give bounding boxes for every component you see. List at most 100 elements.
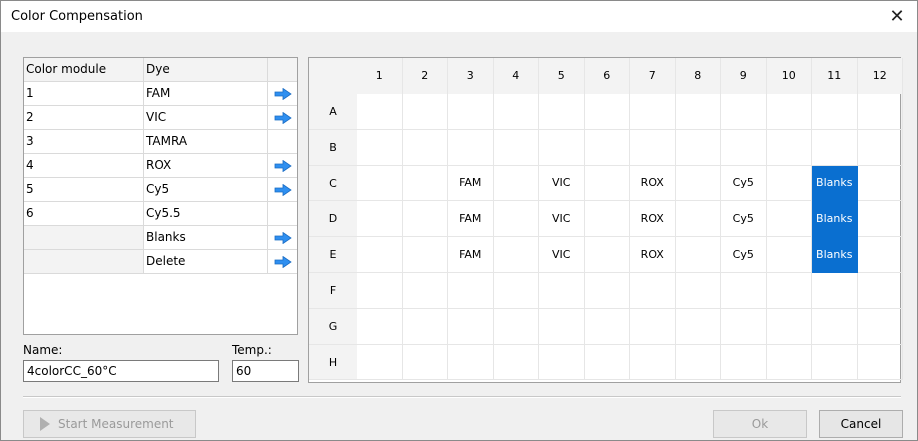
- plate-well[interactable]: [584, 129, 630, 166]
- plate-well[interactable]: [402, 201, 448, 238]
- plate-well[interactable]: [584, 94, 630, 130]
- plate-well[interactable]: [357, 94, 403, 130]
- plate-well[interactable]: [584, 308, 630, 345]
- plate-well[interactable]: [812, 308, 858, 345]
- plate-well[interactable]: [766, 201, 812, 238]
- plate-well[interactable]: [357, 273, 403, 309]
- plate-well[interactable]: [675, 94, 721, 130]
- plate-well[interactable]: [766, 94, 812, 130]
- plate-well[interactable]: [448, 308, 494, 345]
- plate-well[interactable]: [493, 201, 539, 238]
- plate-well[interactable]: [402, 237, 448, 273]
- assign-cell[interactable]: [268, 154, 297, 178]
- plate-well[interactable]: [675, 201, 721, 238]
- row-header[interactable]: A: [309, 94, 357, 130]
- plate-well[interactable]: [584, 201, 630, 238]
- assign-cell[interactable]: [268, 178, 297, 202]
- plate-well[interactable]: [630, 129, 676, 166]
- assign-cell[interactable]: [268, 226, 297, 250]
- plate-well[interactable]: [857, 308, 903, 345]
- row-header[interactable]: C: [309, 165, 357, 202]
- plate-well[interactable]: [493, 237, 539, 273]
- plate-well[interactable]: [493, 94, 539, 130]
- column-header[interactable]: 8: [675, 58, 721, 94]
- plate-well[interactable]: Blanks: [812, 165, 858, 202]
- plate-well[interactable]: [766, 237, 812, 273]
- plate-well[interactable]: [448, 94, 494, 130]
- assign-cell[interactable]: [268, 82, 297, 106]
- plate-well[interactable]: [402, 344, 448, 381]
- dye-row[interactable]: 1 FAM: [24, 82, 297, 106]
- cancel-button[interactable]: Cancel: [819, 410, 903, 438]
- plate-well[interactable]: [357, 308, 403, 345]
- plate-well[interactable]: [675, 273, 721, 309]
- plate-well[interactable]: [721, 129, 767, 166]
- plate-well[interactable]: [357, 129, 403, 166]
- plate-well[interactable]: [857, 94, 903, 130]
- column-header[interactable]: 5: [539, 58, 585, 94]
- dye-row[interactable]: 5 Cy5: [24, 178, 297, 202]
- plate-well[interactable]: Cy5: [721, 165, 767, 202]
- plate-well[interactable]: [721, 94, 767, 130]
- plate-well[interactable]: Blanks: [812, 201, 858, 238]
- column-header[interactable]: 1: [357, 58, 403, 94]
- plate-well[interactable]: [630, 273, 676, 309]
- dye-row[interactable]: Delete: [24, 250, 297, 274]
- plate-well[interactable]: [766, 344, 812, 381]
- plate-well[interactable]: [721, 344, 767, 381]
- plate-well[interactable]: [584, 237, 630, 273]
- right-arrow-icon[interactable]: [274, 87, 292, 100]
- plate-well[interactable]: [493, 344, 539, 381]
- plate-well[interactable]: [766, 129, 812, 166]
- column-header[interactable]: 2: [402, 58, 448, 94]
- plate-well[interactable]: [448, 273, 494, 309]
- plate-well[interactable]: ROX: [630, 237, 676, 273]
- plate-well[interactable]: [721, 308, 767, 345]
- right-arrow-icon[interactable]: [274, 183, 292, 196]
- plate-well[interactable]: [857, 237, 903, 273]
- row-header[interactable]: F: [309, 273, 357, 309]
- dye-row[interactable]: Blanks: [24, 226, 297, 250]
- row-header[interactable]: B: [309, 129, 357, 166]
- plate-well[interactable]: [812, 94, 858, 130]
- dye-row[interactable]: 2 VIC: [24, 106, 297, 130]
- plate-well[interactable]: FAM: [448, 165, 494, 202]
- plate-well[interactable]: [402, 308, 448, 345]
- right-arrow-icon[interactable]: [274, 111, 292, 124]
- column-header[interactable]: 7: [630, 58, 676, 94]
- plate-well[interactable]: [539, 129, 585, 166]
- start-measurement-button[interactable]: Start Measurement: [23, 410, 196, 438]
- plate-well[interactable]: [721, 273, 767, 309]
- plate-well[interactable]: [857, 273, 903, 309]
- plate-well[interactable]: [766, 308, 812, 345]
- plate-well[interactable]: [675, 165, 721, 202]
- plate-well[interactable]: [493, 308, 539, 345]
- dye-row[interactable]: 4 ROX: [24, 154, 297, 178]
- plate-well[interactable]: FAM: [448, 237, 494, 273]
- plate-well[interactable]: VIC: [539, 165, 585, 202]
- plate-well[interactable]: [357, 201, 403, 238]
- plate-well[interactable]: [812, 273, 858, 309]
- column-header[interactable]: 4: [493, 58, 539, 94]
- plate-well[interactable]: [766, 273, 812, 309]
- row-header[interactable]: D: [309, 201, 357, 238]
- ok-button[interactable]: Ok: [713, 410, 807, 438]
- temp-field[interactable]: [232, 360, 299, 382]
- plate-well[interactable]: [584, 165, 630, 202]
- plate-well[interactable]: [448, 129, 494, 166]
- plate-well[interactable]: ROX: [630, 201, 676, 238]
- plate-well[interactable]: [812, 344, 858, 381]
- assign-cell[interactable]: [268, 250, 297, 274]
- plate-well[interactable]: [539, 94, 585, 130]
- row-header[interactable]: H: [309, 344, 357, 381]
- plate-well[interactable]: [584, 344, 630, 381]
- plate-well[interactable]: [493, 165, 539, 202]
- plate-well[interactable]: [630, 344, 676, 381]
- plate-well[interactable]: [675, 237, 721, 273]
- row-header[interactable]: E: [309, 237, 357, 273]
- right-arrow-icon[interactable]: [274, 159, 292, 172]
- dye-row[interactable]: 6 Cy5.5: [24, 202, 297, 226]
- plate-well[interactable]: VIC: [539, 237, 585, 273]
- column-header[interactable]: 6: [584, 58, 630, 94]
- plate-well[interactable]: [812, 129, 858, 166]
